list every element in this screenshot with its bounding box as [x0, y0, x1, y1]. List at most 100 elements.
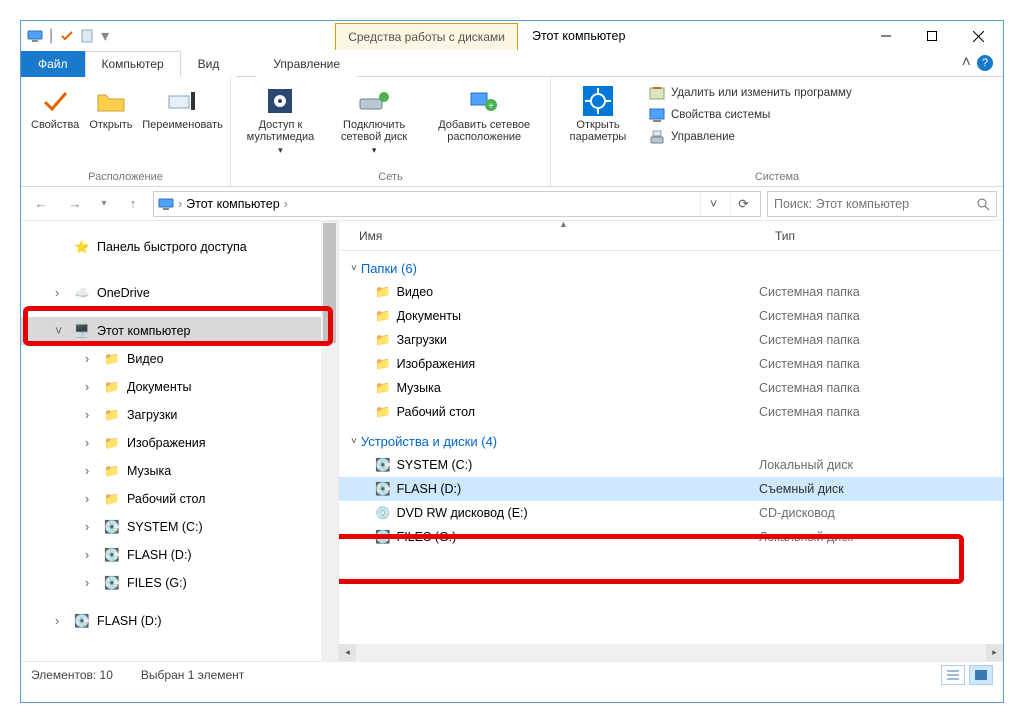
ribbon-open[interactable]: Открыть [87, 81, 134, 135]
usb-drive-icon: 💽 [73, 614, 91, 629]
recent-locations[interactable]: ▾ [95, 190, 113, 218]
content-pane[interactable]: Имя Тип ▲ ˅ Папки (6) 📁Видео Системная п… [339, 221, 1003, 661]
this-pc-icon [158, 196, 174, 212]
view-details-button[interactable] [941, 665, 965, 685]
column-headers[interactable]: Имя Тип ▲ [339, 221, 1003, 251]
downloads-icon: 📁 [375, 333, 391, 348]
status-bar: Элементов: 10 Выбран 1 элемент [21, 661, 1003, 687]
scroll-left-button[interactable]: ◂ [339, 644, 356, 661]
pictures-icon: 📁 [103, 436, 121, 451]
explorer-window: | ▾ Средства работы с дисками Этот компь… [20, 20, 1004, 703]
tab-view[interactable]: Вид [181, 51, 237, 77]
chevron-down-icon: ˅ [351, 263, 357, 274]
desktop-icon: 📁 [375, 405, 391, 420]
column-name[interactable]: Имя [339, 229, 769, 243]
scroll-right-button[interactable]: ▸ [986, 644, 1003, 661]
item-system-c[interactable]: 💽SYSTEM (C:) Локальный диск [339, 453, 1003, 477]
ribbon-system-properties[interactable]: Свойства системы [649, 107, 852, 123]
nav-videos[interactable]: ›📁 Видео [21, 345, 338, 373]
item-pictures[interactable]: 📁Изображения Системная папка [339, 352, 1003, 376]
drive-icon: 💽 [103, 576, 121, 591]
item-desktop[interactable]: 📁Рабочий стол Системная папка [339, 400, 1003, 424]
ribbon-add-net-location[interactable]: + Добавить сетевое расположение [426, 81, 542, 147]
item-files-g[interactable]: 💽FILES (G:) Локальный диск [339, 525, 1003, 549]
item-documents[interactable]: 📁Документы Системная папка [339, 304, 1003, 328]
manage-icon [649, 129, 665, 145]
ribbon-map-drive[interactable]: Подключить сетевой диск▾ [328, 81, 421, 160]
sys-props-icon [649, 107, 665, 123]
ribbon-open-settings[interactable]: Открыть параметры [559, 81, 637, 147]
contextual-tab-drive-tools[interactable]: Средства работы с дисками [335, 23, 518, 50]
navigation-pane[interactable]: ⭐ Панель быстрого доступа ›☁️ OneDrive ˅… [21, 221, 339, 661]
ribbon-manage[interactable]: Управление [649, 129, 852, 145]
chevron-down-icon: ˅ [351, 436, 357, 447]
tab-manage[interactable]: Управление [256, 51, 357, 77]
breadcrumb-this-pc[interactable]: Этот компьютер [186, 197, 279, 211]
ribbon-properties[interactable]: Свойства [29, 81, 81, 135]
this-pc-icon [27, 28, 43, 44]
nav-onedrive[interactable]: ›☁️ OneDrive [21, 279, 338, 307]
nav-desktop[interactable]: ›📁 Рабочий стол [21, 485, 338, 513]
tab-file[interactable]: Файл [21, 51, 85, 77]
ribbon-rename[interactable]: Переименовать [141, 81, 225, 135]
cloud-icon: ☁️ [73, 286, 91, 301]
nav-system-c[interactable]: ›💽 SYSTEM (C:) [21, 513, 338, 541]
chevron-up-icon: ˄ [962, 54, 971, 72]
help-icon[interactable]: ? [977, 55, 993, 71]
videos-icon: 📁 [103, 352, 121, 367]
horizontal-scrollbar[interactable]: ◂ ▸ [339, 644, 1003, 661]
history-dropdown[interactable]: ˅ [700, 192, 726, 216]
uninstall-icon [649, 85, 665, 101]
documents-icon: 📁 [375, 309, 391, 324]
ribbon-tabs: Файл Компьютер Вид Управление ˄ ? [21, 51, 1003, 77]
usb-drive-icon: 💽 [375, 482, 391, 497]
properties-check-icon[interactable] [59, 28, 75, 44]
maximize-button[interactable] [909, 21, 955, 51]
item-list[interactable]: ˅ Папки (6) 📁Видео Системная папка 📁Доку… [339, 251, 1003, 644]
group-folders[interactable]: ˅ Папки (6) [339, 251, 1003, 280]
item-dvd-e[interactable]: 💿DVD RW дисковод (E:) CD-дисковод [339, 501, 1003, 525]
svg-text:+: + [488, 101, 494, 112]
column-type[interactable]: Тип [769, 229, 1003, 243]
documents-icon: 📁 [103, 380, 121, 395]
nav-flash-d-root[interactable]: ›💽 FLASH (D:) [21, 607, 338, 635]
tab-computer[interactable]: Компьютер [85, 51, 181, 77]
window-title: Этот компьютер [532, 29, 625, 43]
forward-button[interactable]: → [61, 190, 89, 218]
status-selection: Выбран 1 элемент [141, 668, 244, 682]
folder-open-icon [95, 85, 127, 117]
ribbon-collapse[interactable]: ˄ ? [952, 50, 1003, 76]
nav-pictures[interactable]: ›📁 Изображения [21, 429, 338, 457]
address-bar-row: ← → ▾ ↑ › Этот компьютер › ˅ ⟳ Поиск: Эт… [21, 187, 1003, 221]
blank-doc-icon[interactable] [79, 28, 95, 44]
drive-icon: 💽 [375, 530, 391, 545]
item-downloads[interactable]: 📁Загрузки Системная папка [339, 328, 1003, 352]
group-drives[interactable]: ˅ Устройства и диски (4) [339, 424, 1003, 453]
nav-quick-access[interactable]: ⭐ Панель быстрого доступа [21, 233, 338, 261]
nav-files-g[interactable]: ›💽 FILES (G:) [21, 569, 338, 597]
search-box[interactable]: Поиск: Этот компьютер [767, 191, 997, 217]
refresh-button[interactable]: ⟳ [730, 192, 756, 216]
back-button[interactable]: ← [27, 190, 55, 218]
item-music[interactable]: 📁Музыка Системная папка [339, 376, 1003, 400]
item-flash-d[interactable]: 💽FLASH (D:) Съемный диск [339, 477, 1003, 501]
nav-flash-d[interactable]: ›💽 FLASH (D:) [21, 541, 338, 569]
ribbon: Свойства Открыть Переименовать Расположе… [21, 77, 1003, 187]
item-videos[interactable]: 📁Видео Системная папка [339, 280, 1003, 304]
network-drive-icon [358, 85, 390, 117]
nav-this-pc[interactable]: ˅🖥️ Этот компьютер [21, 317, 338, 345]
ribbon-media-access[interactable]: Доступ к мультимедиа▾ [239, 81, 322, 160]
close-button[interactable] [955, 21, 1001, 51]
address-bar[interactable]: › Этот компьютер › ˅ ⟳ [153, 191, 761, 217]
nav-music[interactable]: ›📁 Музыка [21, 457, 338, 485]
quick-access-toolbar: | ▾ [23, 26, 115, 46]
search-icon [976, 197, 990, 211]
nav-downloads[interactable]: ›📁 Загрузки [21, 401, 338, 429]
up-button[interactable]: ↑ [119, 190, 147, 218]
nav-documents[interactable]: ›📁 Документы [21, 373, 338, 401]
minimize-button[interactable] [863, 21, 909, 51]
nav-scrollbar[interactable] [321, 221, 338, 661]
music-icon: 📁 [103, 464, 121, 479]
ribbon-uninstall[interactable]: Удалить или изменить программу [649, 85, 852, 101]
view-large-icons-button[interactable] [969, 665, 993, 685]
